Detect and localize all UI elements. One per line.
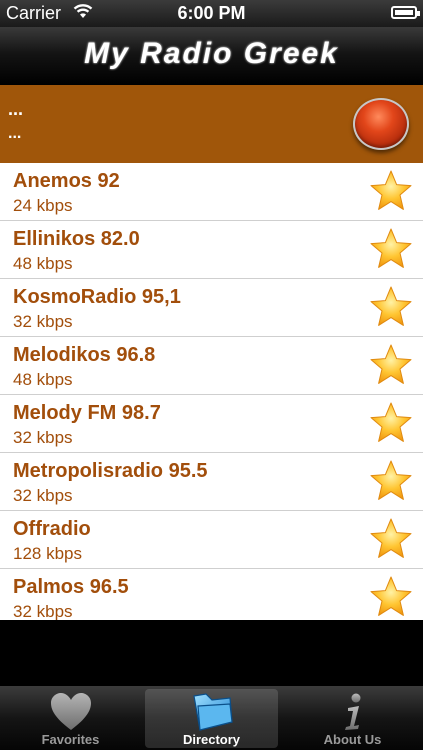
station-bitrate: 32 kbps <box>13 602 73 620</box>
star-icon[interactable] <box>369 227 413 271</box>
tab-directory[interactable]: Directory <box>141 686 282 750</box>
station-name: Ellinikos 82.0 <box>13 228 140 250</box>
station-bitrate: 32 kbps <box>13 312 73 331</box>
station-name: Anemos 92 <box>13 170 120 192</box>
station-row[interactable]: Offradio 128 kbps <box>0 511 423 569</box>
station-name: KosmoRadio 95,1 <box>13 286 181 308</box>
station-name: Palmos 96.5 <box>13 576 129 598</box>
status-bar: Carrier 6:00 PM <box>0 0 423 27</box>
clock: 6:00 PM <box>177 3 246 23</box>
station-bitrate: 24 kbps <box>13 196 73 215</box>
heart-icon <box>50 693 91 730</box>
directory-icon <box>192 693 233 731</box>
station-bitrate: 128 kbps <box>13 544 82 563</box>
app-title: My Radio Greek <box>84 37 339 70</box>
station-bitrate: 48 kbps <box>13 254 73 273</box>
star-icon[interactable] <box>369 285 413 329</box>
station-row[interactable]: Anemos 92 24 kbps <box>0 163 423 221</box>
station-bitrate: 32 kbps <box>13 428 73 447</box>
star-icon[interactable] <box>369 517 413 561</box>
tab-label: Directory <box>182 732 241 747</box>
star-icon[interactable] <box>369 401 413 445</box>
station-row[interactable]: Melodikos 96.8 48 kbps <box>0 337 423 395</box>
station-list[interactable]: Anemos 92 24 kbps Ellinikos 82.0 48 kbps… <box>0 163 423 620</box>
star-icon[interactable] <box>369 575 413 619</box>
tab-label: About Us <box>323 732 382 747</box>
star-icon[interactable] <box>369 343 413 387</box>
station-bitrate: 32 kbps <box>13 486 73 505</box>
star-icon[interactable] <box>369 459 413 503</box>
star-icon[interactable] <box>369 169 413 213</box>
station-row[interactable]: Ellinikos 82.0 48 kbps <box>0 221 423 279</box>
tab-about-us[interactable]: About Us <box>282 686 423 750</box>
station-row[interactable]: KosmoRadio 95,1 32 kbps <box>0 279 423 337</box>
now-playing-title: ... <box>8 99 24 119</box>
station-name: Metropolisradio 95.5 <box>13 460 208 482</box>
station-bitrate: 48 kbps <box>13 370 73 389</box>
now-playing-subtitle: ... <box>8 125 22 142</box>
station-name: Offradio <box>13 518 91 540</box>
station-row[interactable]: Melody FM 98.7 32 kbps <box>0 395 423 453</box>
battery-icon <box>391 6 420 19</box>
now-playing-panel: ... ... <box>0 85 423 163</box>
station-row[interactable]: Metropolisradio 95.5 32 kbps <box>0 453 423 511</box>
tab-label: Favorites <box>41 732 100 747</box>
info-icon <box>344 693 360 730</box>
navigation-bar: My Radio Greek <box>0 27 423 86</box>
tab-favorites[interactable]: Favorites <box>0 686 141 750</box>
play-button[interactable] <box>353 98 409 150</box>
station-name: Melodikos 96.8 <box>13 344 156 366</box>
station-row[interactable]: Palmos 96.5 32 kbps <box>0 569 423 620</box>
tab-bar: Favorites Directory About Us <box>0 686 423 750</box>
station-name: Melody FM 98.7 <box>13 402 161 424</box>
